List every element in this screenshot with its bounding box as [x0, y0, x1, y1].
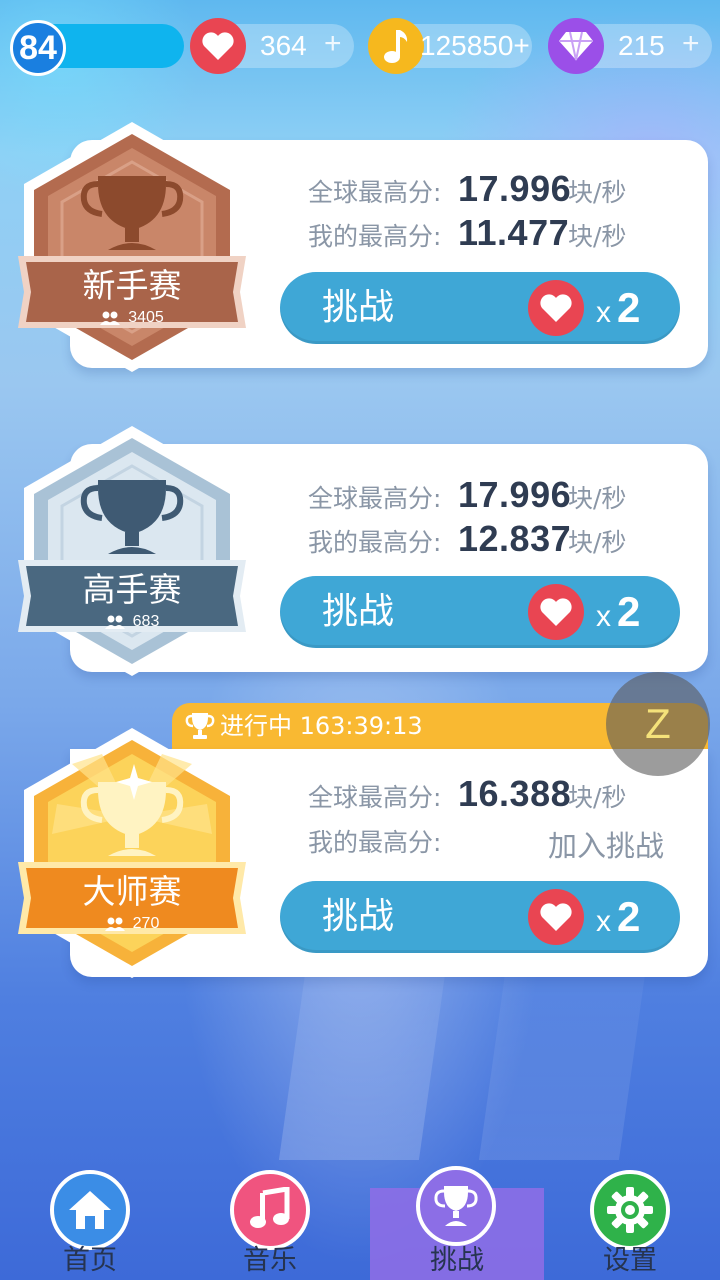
heart-icon: [190, 18, 246, 74]
global-high-score-row: 全球最高分: 16.388 块/秒: [308, 773, 627, 814]
score-unit: 块/秒: [568, 783, 627, 812]
nav-item-settings[interactable]: 设置: [540, 1168, 720, 1280]
score-unit: 块/秒: [568, 178, 627, 207]
nav-label: 设置: [603, 1245, 657, 1276]
tournament-name: 大师赛: [82, 872, 182, 911]
my-high-score-row: 我的最高分: 11.477 块/秒: [308, 212, 627, 253]
gems-count: 215: [618, 30, 665, 61]
global-high-score-label: 全球最高分:: [308, 783, 442, 812]
music-note-icon: [368, 18, 424, 74]
challenge-button[interactable]: 挑战 x2: [280, 272, 680, 344]
master-trophy-badge: 大师赛 270: [12, 724, 252, 984]
challenge-button[interactable]: 挑战 x2: [280, 881, 680, 953]
heart-cost: x2: [596, 284, 641, 331]
score-unit: 块/秒: [568, 222, 627, 251]
heart-icon: [528, 889, 584, 945]
challenge-button-label: 挑战: [322, 287, 395, 328]
my-high-score-value: 12.837: [458, 518, 572, 559]
beginner-trophy-badge: 新手赛 3405: [12, 118, 252, 378]
people-icon: [104, 615, 125, 629]
home-icon: [50, 1170, 130, 1250]
floating-z-button[interactable]: Z: [606, 672, 710, 776]
nav-item-music[interactable]: 音乐: [180, 1168, 360, 1280]
status-bar: 84 364 + 125850+ 215 +: [0, 18, 720, 76]
heart-cost: x2: [596, 893, 641, 940]
global-high-score-row: 全球最高分: 17.996 块/秒: [308, 474, 627, 515]
nav-label: 首页: [63, 1245, 117, 1276]
participant-count: 3405: [12, 308, 252, 328]
global-high-score-label: 全球最高分:: [308, 178, 442, 207]
people-icon: [100, 311, 121, 325]
expert-trophy-badge: 高手赛 683: [12, 422, 252, 682]
global-high-score-row: 全球最高分: 17.996 块/秒: [308, 168, 627, 209]
nav-item-home[interactable]: 首页: [0, 1168, 180, 1280]
nav-item-challenge[interactable]: 挑战: [370, 1166, 544, 1280]
tournament-name: 高手赛: [82, 570, 182, 609]
hearts-count: 364: [260, 30, 307, 61]
participant-count: 683: [12, 612, 252, 632]
participant-count-value: 683: [132, 613, 160, 630]
score-unit: 块/秒: [568, 484, 627, 513]
my-high-score-label: 我的最高分:: [308, 528, 442, 557]
tournament-name: 新手赛: [82, 266, 182, 305]
global-high-score-value: 16.388: [458, 773, 572, 814]
my-high-score-value: 11.477: [458, 212, 570, 253]
participant-count-value: 270: [132, 915, 160, 932]
add-hearts-button[interactable]: +: [324, 26, 342, 62]
heart-cost: x2: [596, 588, 641, 635]
global-high-score-value: 17.996: [458, 168, 572, 209]
trophy-icon: [416, 1166, 496, 1246]
people-icon: [104, 917, 125, 931]
add-gems-button[interactable]: +: [682, 26, 700, 62]
my-high-score-label: 我的最高分:: [308, 828, 442, 857]
level-badge: 84: [10, 20, 66, 76]
score-unit: 块/秒: [568, 528, 627, 557]
challenge-button-label: 挑战: [322, 591, 395, 632]
heart-icon: [528, 280, 584, 336]
music-note-icon: [230, 1170, 310, 1250]
participant-count-value: 3405: [128, 309, 164, 326]
notes-count: 125850+: [420, 30, 530, 61]
participant-count: 270: [12, 914, 252, 934]
nav-label: 挑战: [430, 1245, 484, 1276]
my-high-score-row: 我的最高分: 12.837 块/秒: [308, 518, 627, 559]
my-high-score-label: 我的最高分:: [308, 222, 442, 251]
diamond-icon: [548, 18, 604, 74]
nav-label: 音乐: [243, 1245, 297, 1276]
join-challenge-text: 加入挑战: [547, 829, 664, 863]
heart-icon: [528, 584, 584, 640]
challenge-button[interactable]: 挑战 x2: [280, 576, 680, 648]
gear-icon: [590, 1170, 670, 1250]
global-high-score-label: 全球最高分:: [308, 484, 442, 513]
challenge-button-label: 挑战: [322, 896, 395, 937]
global-high-score-value: 17.996: [458, 474, 572, 515]
